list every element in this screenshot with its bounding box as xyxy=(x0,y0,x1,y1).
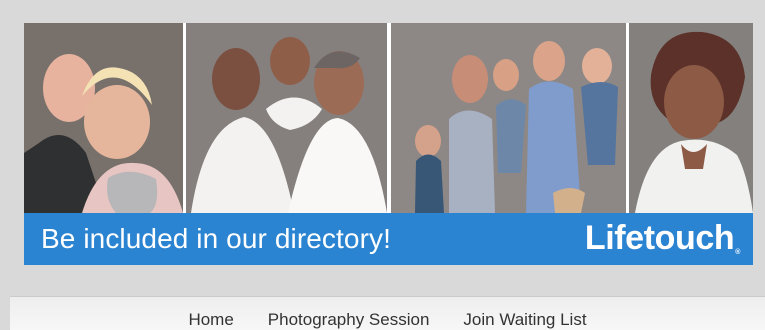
directory-message-bar: Be included in our directory! Lifetouch® xyxy=(24,213,753,265)
registered-mark: ® xyxy=(735,248,740,256)
woman-photo xyxy=(629,23,753,213)
brand-name: Lifetouch xyxy=(584,218,735,257)
nav-links: Home Photography Session Join Waiting Li… xyxy=(10,297,765,330)
three-adults-photo-illustration xyxy=(186,23,387,213)
directory-headline: Be included in our directory! xyxy=(41,223,391,254)
lifetouch-logo: Lifetouch® xyxy=(584,218,741,258)
family-photo xyxy=(391,23,626,213)
nav-photography-session-link[interactable]: Photography Session xyxy=(268,311,430,328)
nav-join-waiting-list-link[interactable]: Join Waiting List xyxy=(463,311,586,328)
couple-photo-illustration xyxy=(24,23,183,213)
couple-photo xyxy=(24,23,183,213)
directory-banner: Be included in our directory! Lifetouch® xyxy=(24,23,753,265)
photo-strip xyxy=(24,23,753,213)
page: Be included in our directory! Lifetouch®… xyxy=(0,0,765,330)
main-navigation: Home Photography Session Join Waiting Li… xyxy=(10,296,765,330)
woman-photo-illustration xyxy=(629,23,753,213)
nav-home-link[interactable]: Home xyxy=(188,311,233,328)
family-photo-illustration xyxy=(391,23,626,213)
three-adults-photo xyxy=(186,23,387,213)
